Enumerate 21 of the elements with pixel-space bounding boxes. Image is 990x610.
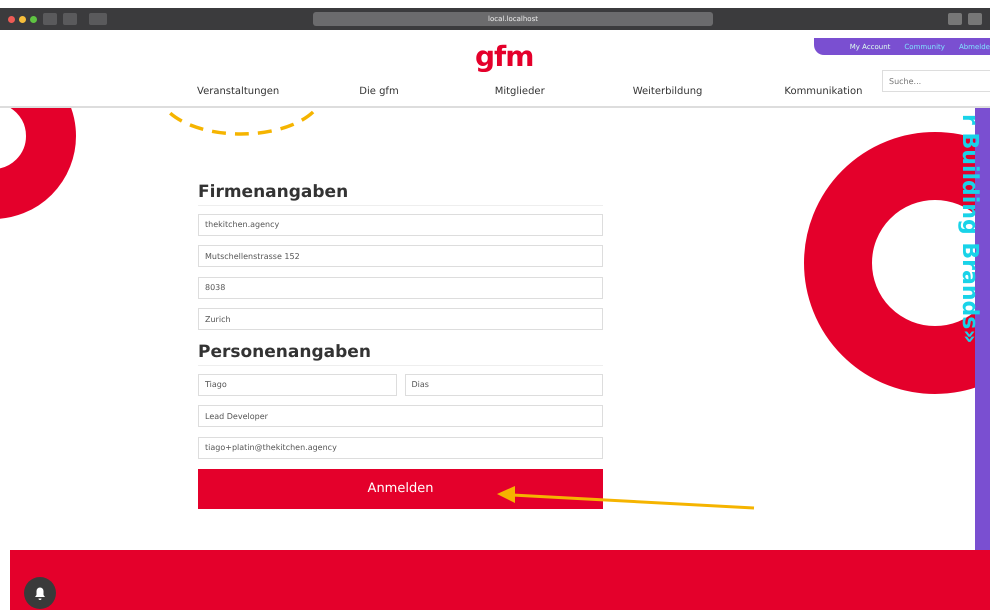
search-field[interactable]: Suche... [882, 70, 990, 92]
input-field[interactable]: Dias [404, 374, 603, 396]
submit-button[interactable]: Anmelden [198, 468, 603, 508]
input-field[interactable]: Zurich [198, 308, 603, 330]
input-field[interactable]: Tiago [198, 374, 396, 396]
nav-link[interactable]: Kommunikation [784, 86, 862, 97]
window-controls-icon[interactable] [8, 16, 37, 22]
input-field[interactable]: thekitchen.agency [198, 214, 603, 236]
section-heading: Personenangaben [198, 342, 603, 366]
notification-bell-icon[interactable] [24, 577, 56, 609]
input-field[interactable]: tiago+platin@thekitchen.agency [198, 436, 603, 458]
nav-link[interactable]: Veranstaltungen [197, 86, 280, 97]
banner-text: r Building Brands» [958, 114, 980, 344]
input-field[interactable]: 8038 [198, 276, 603, 298]
nav-link[interactable]: Mitglieder [494, 86, 545, 97]
section-heading: Firmenangaben [198, 182, 603, 206]
input-field[interactable]: Lead Developer [198, 405, 603, 427]
input-field[interactable]: Mutschellenstrasse 152 [198, 245, 603, 267]
gfm-logo[interactable]: gfm [475, 40, 534, 73]
nav-link[interactable]: Weiterbildung [632, 86, 702, 97]
nav-link[interactable]: Die gfm [359, 86, 399, 97]
